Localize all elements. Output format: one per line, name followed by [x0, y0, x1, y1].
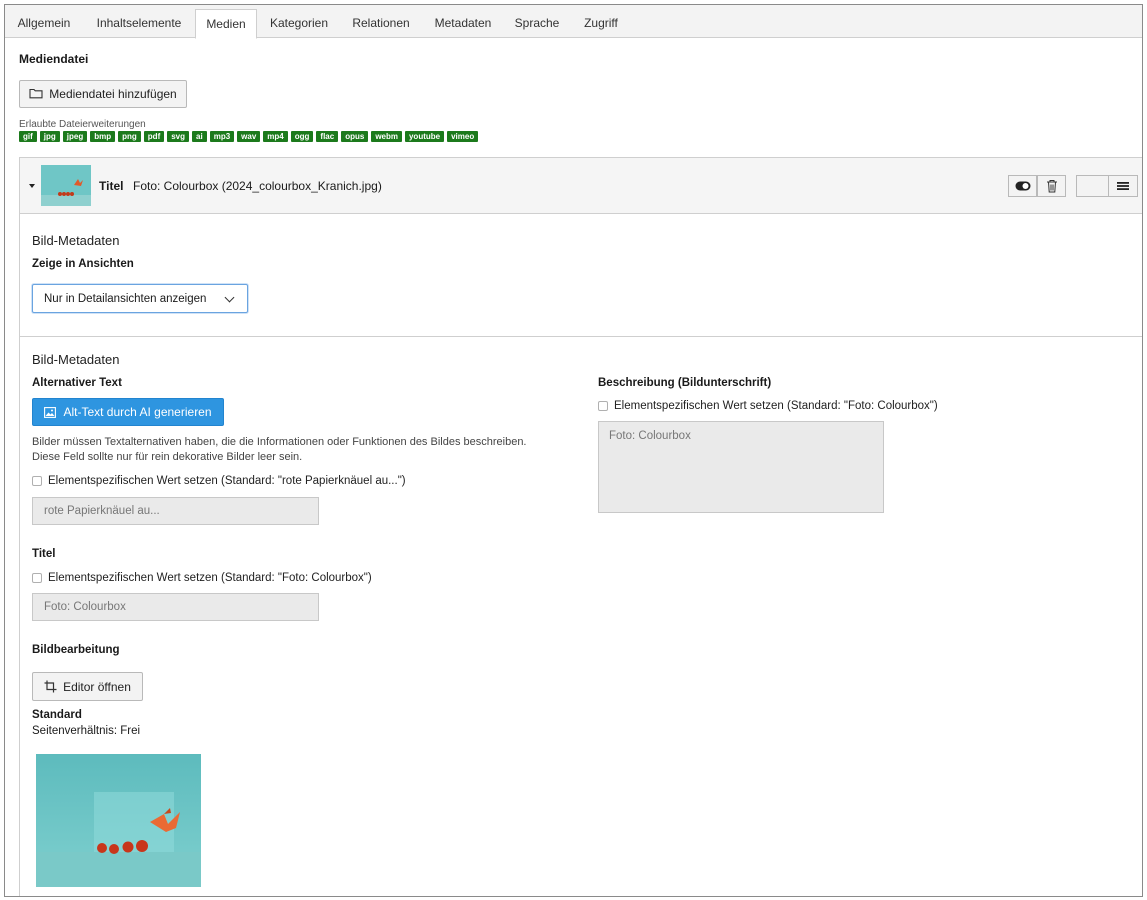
image-icon [44, 406, 57, 418]
crop-icon [44, 680, 57, 693]
description-textarea[interactable]: Foto: Colourbox [598, 421, 884, 513]
tab-relationen[interactable]: Relationen [341, 9, 421, 38]
description-placeholder: Foto: Colourbox [609, 430, 691, 442]
image-metadata-title-2: Bild-Metadaten [32, 352, 120, 367]
title-override-label: Elementspezifischen Wert setzen (Standar… [48, 572, 372, 584]
image-metadata-title-1: Bild-Metadaten [32, 233, 120, 248]
add-media-button[interactable]: Mediendatei hinzufügen [19, 80, 187, 108]
aspect-ratio-text: Seitenverhältnis: Frei [32, 725, 141, 737]
menu-icon [1117, 182, 1129, 190]
alt-override-label: Elementspezifischen Wert setzen (Standar… [48, 475, 406, 487]
allowed-extensions-list: gif jpg jpeg bmp png pdf svg ai mp3 wav mp4 ogg flac… [19, 131, 479, 142]
description-override-row[interactable]: Elementspezifischen Wert setzen (Standar… [598, 400, 938, 412]
collapse-caret-icon[interactable] [29, 184, 35, 188]
tab-bar: Allgemein Inhaltselemente Medien Kategor… [5, 5, 1142, 39]
tab-zugriff[interactable]: Zugriff [571, 9, 631, 38]
file-header-value: Foto: Colourbox (2024_colourbox_Kranich.… [133, 179, 382, 193]
tab-medien[interactable]: Medien [195, 9, 257, 39]
section-divider [20, 336, 1142, 337]
chevron-down-icon [224, 292, 235, 303]
extension-badge: jpeg [62, 131, 88, 142]
show-in-views-value: Nur in Detailansichten anzeigen [44, 292, 207, 305]
show-in-views-select[interactable]: Nur in Detailansichten anzeigen [32, 284, 248, 313]
description-override-checkbox[interactable] [598, 401, 608, 411]
alt-text-placeholder: rote Papierknäuel au... [44, 505, 160, 517]
show-in-views-label: Zeige in Ansichten [32, 258, 134, 270]
tab-allgemein[interactable]: Allgemein [7, 9, 81, 38]
alt-text-label: Alternativer Text [32, 377, 122, 389]
trash-icon [1046, 180, 1057, 193]
alt-text-input[interactable]: rote Papierknäuel au... [32, 497, 319, 525]
alt-text-help: Bilder müssen Textalternativen haben, di… [32, 436, 527, 463]
extension-badge: vimeo [447, 131, 479, 142]
extension-badge: mp3 [209, 131, 235, 142]
crop-variant-name: Standard [32, 709, 82, 721]
alt-override-checkbox[interactable] [32, 476, 42, 486]
extension-badge: bmp [90, 131, 116, 142]
file-thumbnail [41, 165, 91, 206]
description-override-label: Elementspezifischen Wert setzen (Standar… [614, 400, 938, 412]
description-label: Beschreibung (Bildunterschrift) [598, 377, 772, 389]
media-file-panel: Titel Foto: Colourbox (2024_colourbox_Kr… [19, 157, 1142, 896]
tab-kategorien[interactable]: Kategorien [259, 9, 339, 38]
extension-badge: pdf [143, 131, 165, 142]
extension-badge: youtube [404, 131, 445, 142]
tab-metadaten[interactable]: Metadaten [423, 9, 503, 38]
extension-badge: ai [192, 131, 207, 142]
media-file-header[interactable]: Titel Foto: Colourbox (2024_colourbox_Kr… [20, 158, 1142, 214]
extension-badge: gif [19, 131, 37, 142]
editor-frame: Allgemein Inhaltselemente Medien Kategor… [4, 4, 1143, 897]
image-editing-label: Bildbearbeitung [32, 644, 120, 656]
drag-placeholder-button[interactable] [1076, 175, 1108, 197]
extension-badge: ogg [290, 131, 314, 142]
extension-badge: jpg [39, 131, 60, 142]
extension-badge: flac [316, 131, 339, 142]
delete-button[interactable] [1037, 175, 1066, 197]
title-placeholder: Foto: Colourbox [44, 601, 126, 613]
extension-badge: png [118, 131, 141, 142]
generate-alt-text-label: Alt-Text durch AI generieren [63, 405, 212, 419]
extension-badge: mp4 [263, 131, 288, 142]
toggle-visibility-button[interactable] [1008, 175, 1037, 197]
drag-handle-button[interactable] [1108, 175, 1138, 197]
title-field-label: Titel [32, 548, 56, 560]
title-override-row[interactable]: Elementspezifischen Wert setzen (Standar… [32, 572, 372, 584]
open-editor-label: Editor öffnen [63, 679, 131, 694]
folder-icon [29, 87, 43, 102]
extension-badge: wav [237, 131, 261, 142]
extension-badge: svg [167, 131, 190, 142]
tab-inhaltselemente[interactable]: Inhaltselemente [83, 9, 195, 38]
extension-badge: opus [341, 131, 369, 142]
generate-alt-text-button[interactable]: Alt-Text durch AI generieren [32, 398, 224, 426]
add-media-label: Mediendatei hinzufügen [49, 87, 177, 101]
title-override-checkbox[interactable] [32, 573, 42, 583]
allowed-extensions-label: Erlaubte Dateierweiterungen [19, 119, 146, 130]
toggle-icon [1015, 181, 1030, 191]
file-header-label: Titel [99, 179, 124, 193]
tab-sprache[interactable]: Sprache [505, 9, 569, 38]
open-editor-button[interactable]: Editor öffnen [32, 672, 143, 701]
media-section-title: Mediendatei [19, 52, 89, 66]
title-input[interactable]: Foto: Colourbox [32, 593, 319, 621]
alt-override-row[interactable]: Elementspezifischen Wert setzen (Standar… [32, 475, 406, 487]
extension-badge: webm [371, 131, 402, 142]
image-preview [36, 754, 201, 887]
